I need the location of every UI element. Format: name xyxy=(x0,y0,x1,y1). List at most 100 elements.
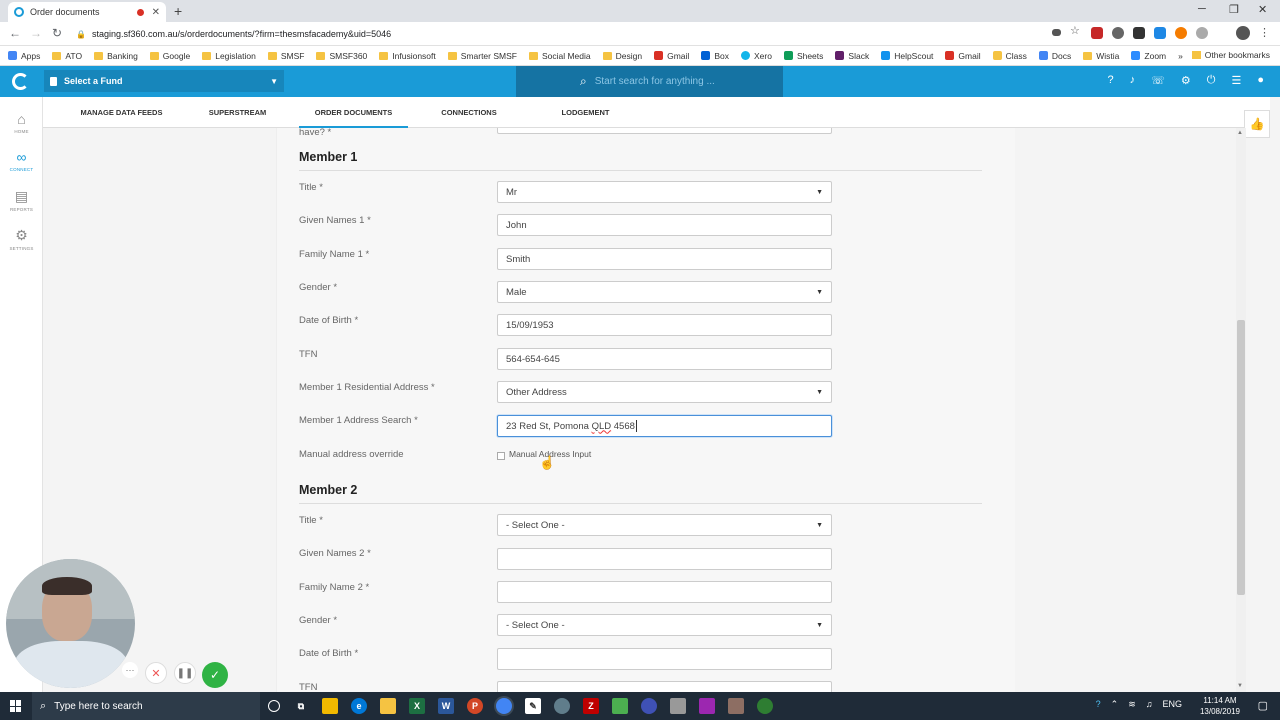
scrollbar-thumb[interactable] xyxy=(1237,320,1245,595)
bookmarks-overflow-button[interactable]: » xyxy=(1178,51,1183,61)
grid-menu-icon[interactable]: ☰ xyxy=(1231,74,1241,87)
rail-item-home[interactable]: ⌂ HOME xyxy=(0,111,43,134)
tray-expand-icon[interactable]: ⌃ xyxy=(1111,699,1119,710)
bookmark-slack[interactable]: Slack xyxy=(835,51,869,61)
chrome-icon[interactable] xyxy=(496,698,512,714)
bookmark-folder[interactable]: Legislation xyxy=(202,51,256,61)
taskbar-clock[interactable]: 11:14 AM 13/08/2019 xyxy=(1200,695,1240,717)
manual-address-checkbox[interactable] xyxy=(497,452,505,460)
edge-icon[interactable]: e xyxy=(351,698,367,714)
pause-recording-icon[interactable]: ❚❚ xyxy=(174,662,196,684)
app-green-icon[interactable] xyxy=(612,698,628,714)
bell-icon[interactable]: ♪ xyxy=(1130,74,1136,87)
bookmark-folder[interactable]: Design xyxy=(602,51,642,61)
cancel-recording-icon[interactable]: ✕ xyxy=(145,662,167,684)
rail-item-reports[interactable]: ▤ REPORTS xyxy=(0,188,43,212)
notifications-icon[interactable]: ▢ xyxy=(1258,699,1268,712)
extension-red-icon[interactable] xyxy=(1091,27,1103,39)
sf360-logo-icon[interactable] xyxy=(12,73,29,90)
windows-start-icon[interactable] xyxy=(10,700,22,712)
member2-title-select[interactable]: - Select One - ▼ xyxy=(497,514,832,536)
bookmark-folder[interactable]: ATO xyxy=(52,51,82,61)
gear-icon[interactable]: ⚙ xyxy=(1181,74,1191,87)
back-icon[interactable]: ← xyxy=(9,26,21,40)
help-icon[interactable]: ? xyxy=(1108,74,1114,87)
camera-extension-icon[interactable] xyxy=(1052,29,1061,36)
bookmark-helpscout[interactable]: HelpScout xyxy=(881,51,933,61)
fund-selector[interactable]: Select a Fund ▼ xyxy=(44,70,284,92)
bookmark-star-icon[interactable]: ☆ xyxy=(1070,24,1082,37)
tab-close-icon[interactable]: ✕ xyxy=(152,7,160,18)
bookmark-box[interactable]: Box xyxy=(701,51,729,61)
feedback-thumbs-up-icon[interactable]: 👍 xyxy=(1244,110,1270,138)
extension-orange-icon[interactable] xyxy=(1175,27,1187,39)
power-icon[interactable]: ⏻ xyxy=(1207,74,1216,87)
word-icon[interactable]: W xyxy=(438,698,454,714)
member2-given-input[interactable] xyxy=(497,548,832,570)
store-icon[interactable] xyxy=(322,698,338,714)
bookmark-folder[interactable]: SMSF xyxy=(267,51,304,61)
member1-given-input[interactable]: John xyxy=(497,214,832,236)
maximize-icon[interactable]: ❐ xyxy=(1229,3,1239,16)
extension-circle-icon[interactable] xyxy=(1196,27,1208,39)
language-indicator[interactable]: ENG xyxy=(1162,699,1182,710)
cut-off-field[interactable] xyxy=(497,128,832,134)
chrome-menu-icon[interactable]: ⋮ xyxy=(1259,26,1270,39)
member1-title-select[interactable]: Mr ▼ xyxy=(497,181,832,203)
member2-family-input[interactable] xyxy=(497,581,832,603)
task-view-icon[interactable]: ⧉ xyxy=(293,698,309,714)
member1-address-search-input[interactable]: 23 Red St, Pomona QLD 4568 xyxy=(497,415,832,437)
member1-gender-select[interactable]: Male ▼ xyxy=(497,281,832,303)
bookmark-apps[interactable]: Apps xyxy=(8,51,40,61)
bookmark-folder[interactable]: Banking xyxy=(94,51,138,61)
browser-tab[interactable]: Order documents ✕ xyxy=(8,2,166,22)
filezilla-icon[interactable]: Z xyxy=(583,698,599,714)
profile-avatar[interactable] xyxy=(1236,26,1250,40)
app-circle-icon[interactable] xyxy=(554,698,570,714)
extension-gray-icon[interactable] xyxy=(1112,27,1124,39)
app-blue-icon[interactable] xyxy=(641,698,657,714)
member2-tfn-input[interactable] xyxy=(497,681,832,692)
bookmark-zoom[interactable]: Zoom xyxy=(1131,51,1166,61)
other-bookmarks[interactable]: Other bookmarks xyxy=(1191,50,1270,60)
file-explorer-icon[interactable] xyxy=(380,698,396,714)
notepad-icon[interactable]: ✎ xyxy=(525,698,541,714)
rail-item-settings[interactable]: ⚙ SETTINGS xyxy=(0,227,43,251)
bookmark-folder[interactable]: Google xyxy=(149,51,190,61)
extension-blue-icon[interactable] xyxy=(1154,27,1166,39)
forward-icon[interactable]: → xyxy=(30,26,42,40)
member1-family-input[interactable]: Smith xyxy=(497,248,832,270)
app-brown-icon[interactable] xyxy=(728,698,744,714)
more-options-icon[interactable]: ⋯ xyxy=(122,662,138,678)
user-icon[interactable]: ● xyxy=(1257,74,1264,87)
minimize-icon[interactable]: ─ xyxy=(1198,3,1206,15)
global-search-input[interactable]: ⌕ Start search for anything ... xyxy=(516,66,783,97)
taskbar-search-input[interactable]: ⌕ Type here to search xyxy=(32,692,260,720)
tab-order-documents[interactable]: ORDER DOCUMENTS xyxy=(299,97,408,128)
bookmark-gmail[interactable]: Gmail xyxy=(945,51,981,61)
tab-superstream[interactable]: SUPERSTREAM xyxy=(206,97,269,128)
cortana-icon[interactable] xyxy=(268,700,280,712)
member2-gender-select[interactable]: - Select One - ▼ xyxy=(497,614,832,636)
bookmark-gmail[interactable]: Gmail xyxy=(654,51,689,61)
bookmark-folder[interactable]: Social Media xyxy=(528,51,591,61)
bookmark-folder[interactable]: SMSF360 xyxy=(316,51,367,61)
phone-icon[interactable]: ☏ xyxy=(1151,74,1165,87)
scroll-down-icon[interactable]: ▼ xyxy=(1237,683,1243,689)
rail-item-connect[interactable]: ∞ CONNECT xyxy=(0,149,43,172)
address-bar[interactable]: 🔒 staging.sf360.com.au/s/orderdocuments/… xyxy=(76,25,1096,43)
tab-connections[interactable]: CONNECTIONS xyxy=(435,97,503,128)
excel-icon[interactable]: X xyxy=(409,698,425,714)
finish-recording-icon[interactable]: ✓ xyxy=(202,662,228,688)
bookmark-folder[interactable]: Smarter SMSF xyxy=(447,51,517,61)
bookmark-sheets[interactable]: Sheets xyxy=(783,51,823,61)
calculator-icon[interactable] xyxy=(670,698,686,714)
tab-manage-data-feeds[interactable]: MANAGE DATA FEEDS xyxy=(80,97,163,128)
app-purple-icon[interactable] xyxy=(699,698,715,714)
member1-dob-input[interactable]: 15/09/1953 xyxy=(497,314,832,336)
window-close-icon[interactable]: ✕ xyxy=(1258,3,1267,16)
volume-icon[interactable]: ♫ xyxy=(1146,699,1153,710)
reload-icon[interactable]: ↻ xyxy=(52,26,62,40)
bookmark-class[interactable]: Class xyxy=(992,51,1027,61)
extension-pen-icon[interactable] xyxy=(1133,27,1145,39)
